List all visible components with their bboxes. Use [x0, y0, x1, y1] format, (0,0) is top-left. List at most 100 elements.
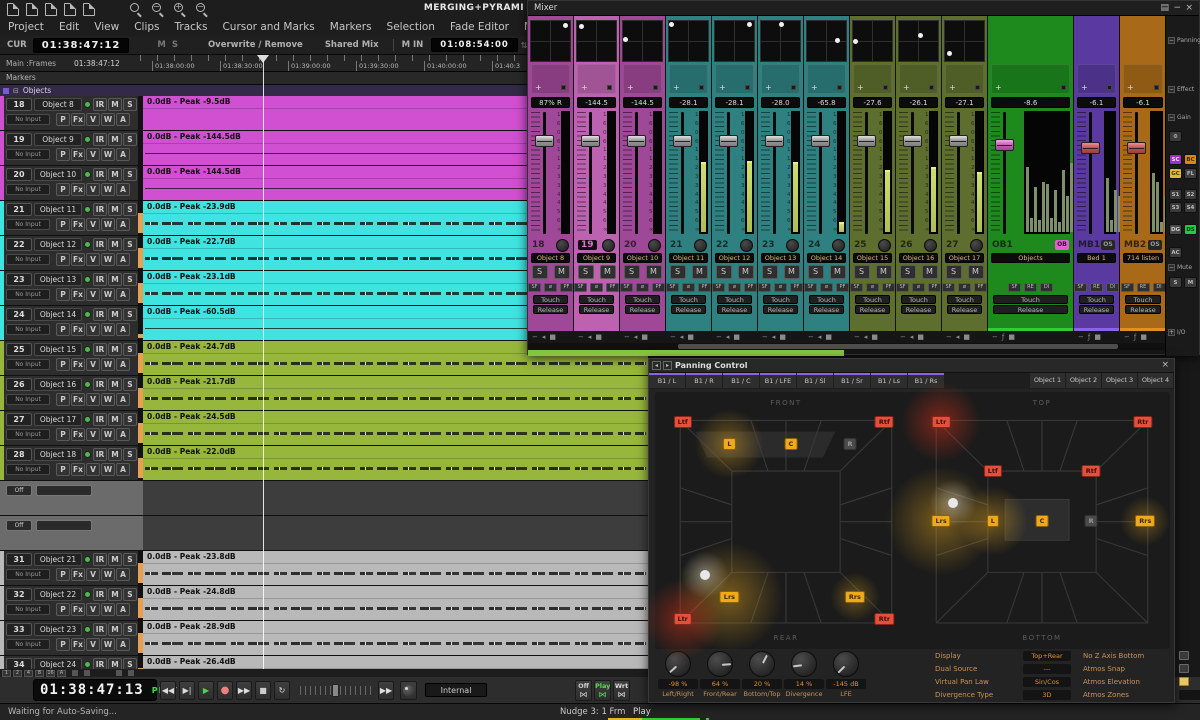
track-ir-button[interactable]: IR — [93, 448, 107, 461]
footer-icon[interactable]: ƒ — [1088, 333, 1090, 341]
fader-cap[interactable] — [811, 135, 830, 147]
mixer-scroll-thumb[interactable] — [678, 344, 1118, 349]
fader-track[interactable] — [727, 112, 730, 234]
track-number[interactable]: 19 — [6, 133, 32, 146]
setting-divergence-type-value[interactable]: 3D — [1023, 690, 1071, 700]
track-m-button[interactable]: M — [108, 588, 122, 601]
side-dg-button[interactable]: DG — [1169, 224, 1182, 235]
track-ir-button[interactable]: IR — [93, 343, 107, 356]
track-name[interactable]: Object 10 — [34, 168, 82, 181]
track-m-button[interactable]: M — [108, 553, 122, 566]
track-header[interactable]: Off — [0, 516, 143, 550]
footer-icon[interactable]: − — [992, 333, 998, 341]
solo-button[interactable]: S — [670, 265, 686, 279]
record-ready-led[interactable] — [84, 346, 91, 353]
track-a-button[interactable]: A — [116, 638, 130, 651]
mixer-title-bar[interactable]: Mixer ▤ − × — [528, 1, 1199, 16]
record-ready-led[interactable] — [84, 381, 91, 388]
fader-track[interactable] — [681, 112, 684, 234]
track-w-button[interactable]: W — [101, 463, 115, 476]
track-s-button[interactable]: S — [123, 238, 137, 251]
track-fx-button[interactable]: Fx — [71, 148, 85, 161]
track-number[interactable]: 33 — [6, 623, 32, 636]
play-button[interactable]: ▶ — [198, 681, 214, 700]
track-lane[interactable]: 0.0dB - Peak -24.5dB — [143, 411, 648, 445]
add-insert-icon[interactable]: + — [811, 84, 818, 92]
footer-icon[interactable]: ƒ — [1134, 333, 1136, 341]
footer-icon[interactable]: ■ — [963, 333, 970, 341]
footer-icon[interactable]: ■ — [641, 333, 648, 341]
insert-slot[interactable]: + — [669, 64, 708, 94]
track-input-select[interactable]: No Input — [6, 289, 50, 300]
insert-slot[interactable]: + — [761, 64, 800, 94]
chase-button[interactable]: ▶▶ — [378, 681, 394, 700]
strip-name[interactable]: Object 11 — [669, 253, 708, 263]
strip-sf-button[interactable]: SF — [1121, 283, 1134, 292]
new-document-icon[interactable] — [7, 3, 19, 16]
track-ir-button[interactable]: IR — [93, 203, 107, 216]
fader-track[interactable] — [865, 112, 868, 234]
track-p-button[interactable]: P — [56, 183, 70, 196]
track-p-button[interactable]: P — [56, 113, 70, 126]
tab-b1-sl[interactable]: B1 / Sl — [797, 373, 833, 388]
track-input-select[interactable]: No Input — [6, 254, 50, 265]
track-w-button[interactable]: W — [101, 148, 115, 161]
pan-pad[interactable] — [760, 20, 801, 62]
pan-view-front[interactable]: FRONTREARLtfRtfLCRLrsRrsLtrRtr — [663, 397, 909, 644]
track-s-button[interactable]: S — [123, 378, 137, 391]
add-insert-icon[interactable]: + — [535, 84, 542, 92]
track-m-button[interactable]: M — [108, 133, 122, 146]
touch-button[interactable]: Touch — [579, 295, 614, 304]
add-insert-icon[interactable]: + — [995, 84, 1002, 92]
record-ready-led[interactable] — [84, 101, 91, 108]
track-lane[interactable]: 0.0dB - Peak -23.8dB — [143, 551, 648, 585]
tab-object-2[interactable]: Object 2 — [1066, 373, 1101, 388]
release-button[interactable]: Release — [1125, 305, 1161, 314]
footer-icon[interactable]: ■ — [917, 333, 924, 341]
side-fl-button[interactable]: FL — [1184, 168, 1197, 179]
knob-value[interactable]: -98 % — [658, 679, 698, 689]
release-button[interactable]: Release — [947, 305, 982, 314]
track-name[interactable]: Object 14 — [34, 308, 82, 321]
track-fx-button[interactable]: Fx — [71, 253, 85, 266]
fader-track[interactable] — [911, 112, 914, 234]
strip-name[interactable]: 714 listen — [1123, 253, 1163, 263]
fader-track[interactable] — [1089, 112, 1092, 234]
strip-sf-button[interactable]: SF — [804, 283, 817, 292]
track-s-button[interactable]: S — [123, 588, 137, 601]
footer-icon[interactable]: ◂ — [680, 333, 684, 341]
strip-pf-button[interactable]: PF — [652, 283, 665, 292]
track-w-button[interactable]: W — [101, 323, 115, 336]
add-insert-icon[interactable]: + — [719, 84, 726, 92]
track-a-button[interactable]: A — [116, 568, 130, 581]
zoom-out-icon[interactable]: − — [152, 3, 165, 16]
track-fx-button[interactable]: Fx — [71, 393, 85, 406]
track-height-preset[interactable] — [72, 670, 78, 676]
pan-position-dot[interactable] — [779, 22, 784, 27]
strip--button[interactable]: ø — [866, 283, 879, 292]
strip--button[interactable]: ø — [912, 283, 925, 292]
pan-position-dot[interactable] — [623, 37, 628, 42]
release-button[interactable]: Release — [1079, 305, 1114, 314]
track-ir-button[interactable]: IR — [93, 413, 107, 426]
side-s2-button[interactable]: S2 — [1184, 189, 1197, 200]
track-v-button[interactable]: V — [86, 183, 100, 196]
search-icon[interactable] — [130, 3, 143, 16]
track-name[interactable]: Object 11 — [34, 203, 82, 216]
mark-in-value[interactable]: 01:08:54:00 — [431, 38, 518, 52]
fader-cap[interactable] — [995, 139, 1014, 151]
knob-dial[interactable] — [707, 651, 733, 677]
track-w-button[interactable]: W — [101, 218, 115, 231]
knob-dial[interactable] — [791, 651, 817, 677]
release-button[interactable]: Release — [901, 305, 936, 314]
track-s-button[interactable]: S — [123, 203, 137, 216]
track-a-button[interactable]: A — [116, 603, 130, 616]
strip-di-button[interactable]: DI — [1040, 283, 1053, 292]
pan-position-dot[interactable] — [853, 39, 858, 44]
mute-button[interactable]: M — [554, 265, 570, 279]
footer-icon[interactable]: ◂ — [726, 333, 730, 341]
insert-slot[interactable]: + — [715, 64, 754, 94]
track-height-a[interactable]: A — [57, 670, 66, 677]
strip-pf-button[interactable]: PF — [698, 283, 711, 292]
automation-off-button[interactable]: Off⋈ — [575, 680, 592, 701]
